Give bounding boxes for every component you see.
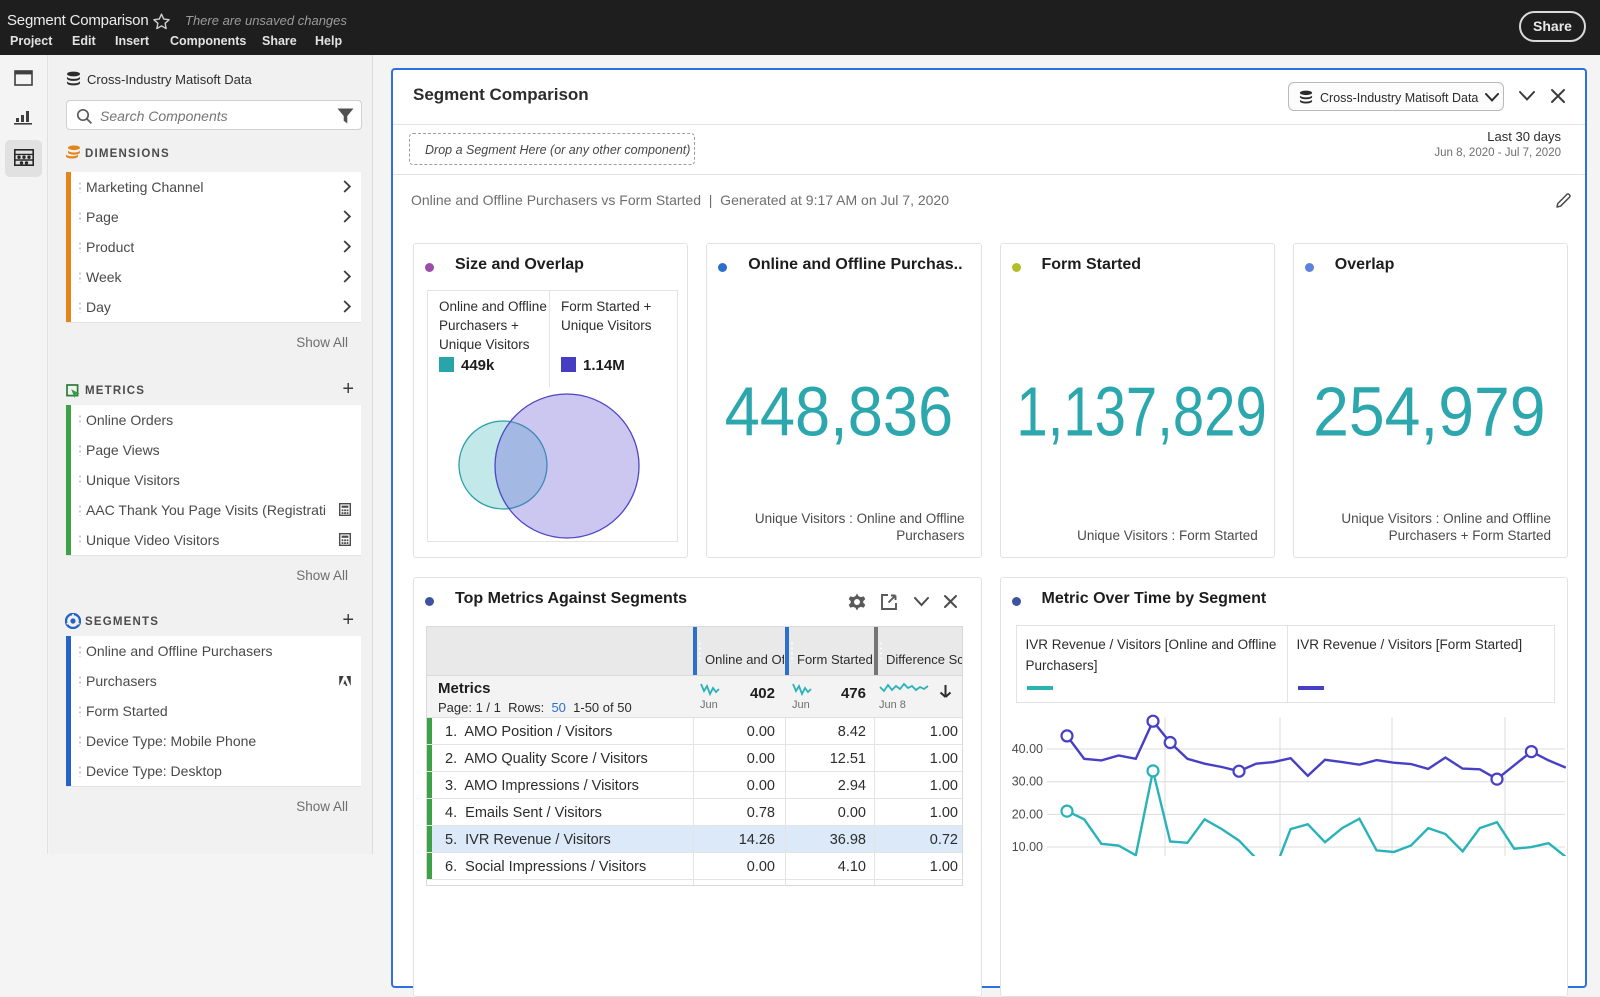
svg-text:40.00: 40.00 bbox=[1011, 742, 1042, 756]
svg-text:30.00: 30.00 bbox=[1011, 775, 1042, 789]
svg-text:254,979: 254,979 bbox=[1313, 372, 1546, 450]
svg-text:1,137,829: 1,137,829 bbox=[1016, 372, 1266, 450]
svg-text:20.00: 20.00 bbox=[1011, 807, 1042, 821]
svg-text:10.00: 10.00 bbox=[1011, 840, 1042, 854]
svg-text:448,836: 448,836 bbox=[725, 372, 954, 450]
